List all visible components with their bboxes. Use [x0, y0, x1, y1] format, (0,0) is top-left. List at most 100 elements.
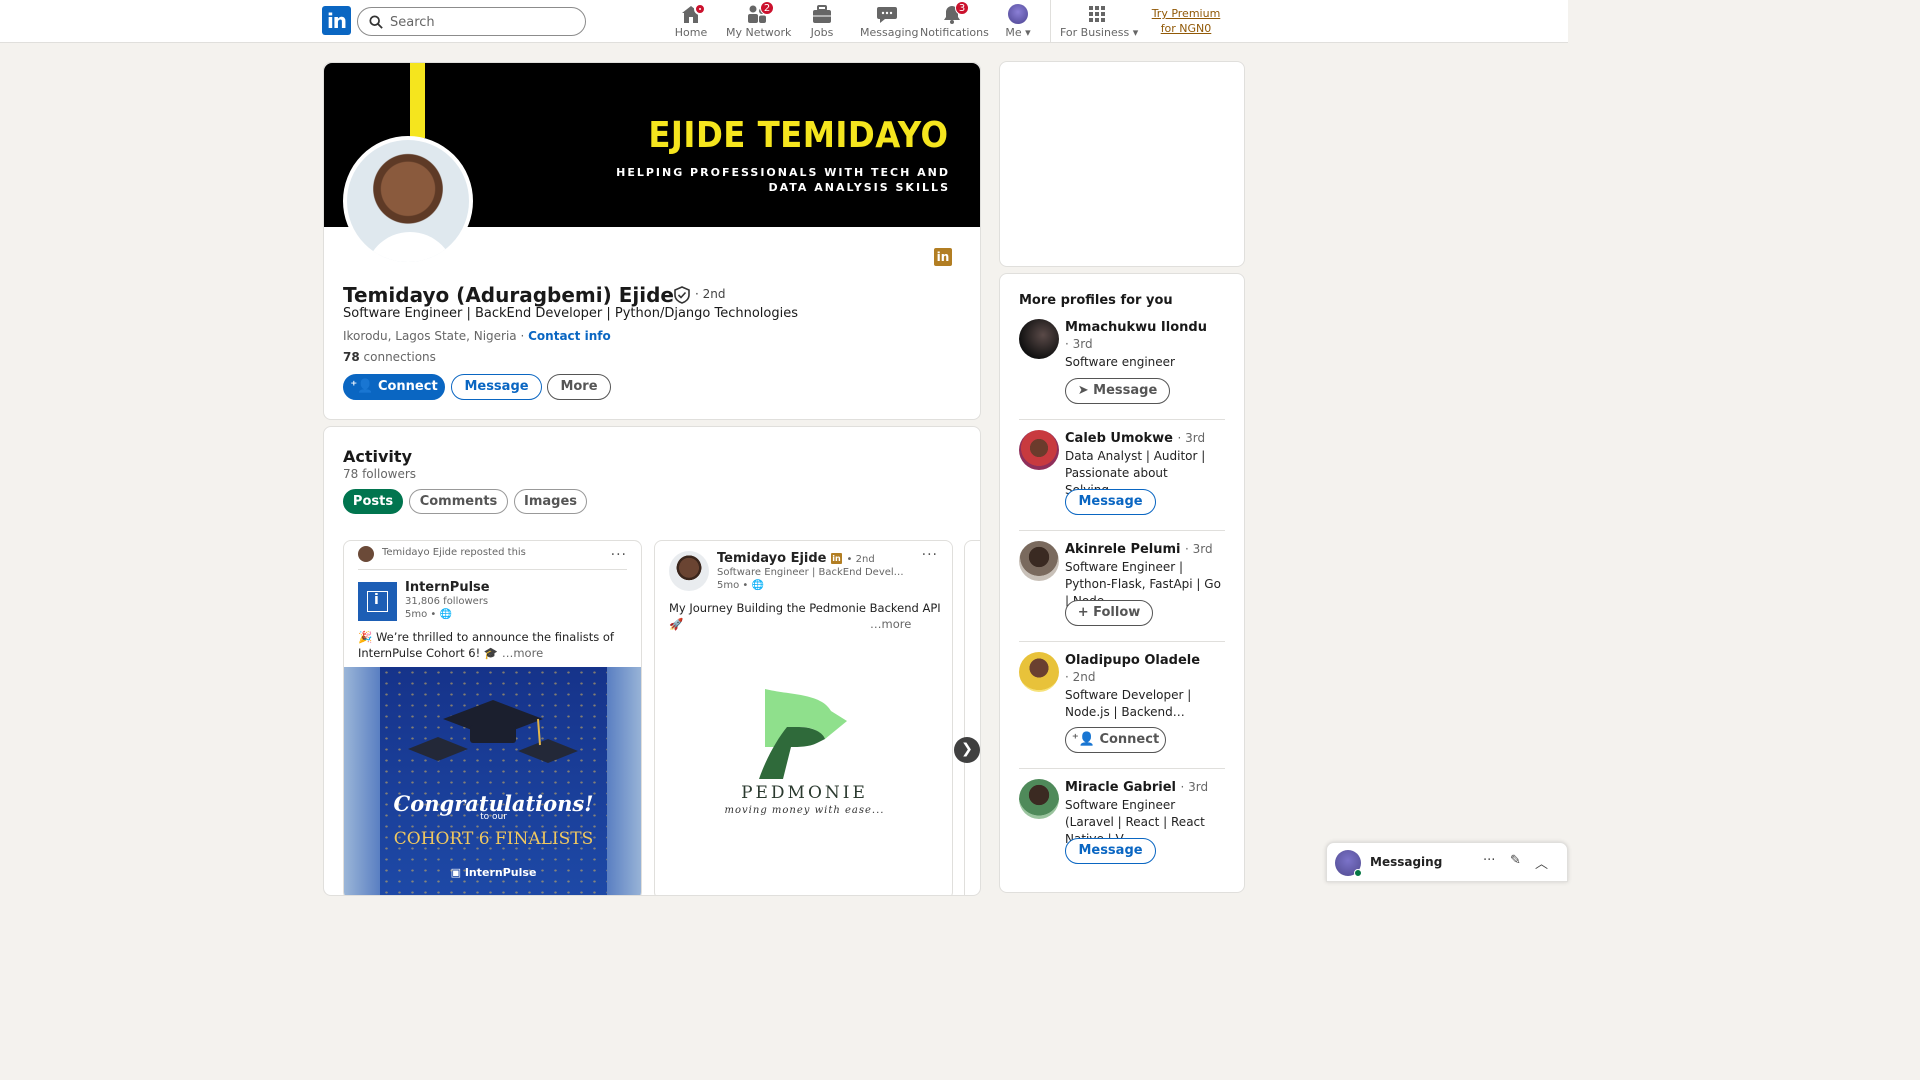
profile-suggestion[interactable]: Mmachukwu Ilondu · 3rd Software engineer … — [1019, 319, 1225, 405]
nav-me[interactable]: Me ▾ — [1002, 4, 1034, 40]
profile-suggestion[interactable]: Oladipupo Oladele · 2nd Software Develope… — [1019, 652, 1225, 753]
connect-button-label: Connect — [1099, 732, 1160, 747]
profile-suggestion[interactable]: Caleb Umokwe · 3rd Data Analyst | Audito… — [1019, 430, 1225, 516]
avatar[interactable] — [1019, 319, 1059, 359]
follow-button[interactable]: + Follow — [1065, 600, 1153, 626]
post-card-pedmonie[interactable]: ··· Temidayo Ejide in • 2nd Software Eng… — [654, 540, 953, 895]
profile-photo[interactable] — [343, 136, 473, 266]
tab-images[interactable]: Images — [514, 489, 587, 514]
post-card-internpulse[interactable]: Temidayo Ejide reposted this ··· InternP… — [343, 540, 642, 895]
me-avatar — [1007, 4, 1029, 24]
post-author[interactable]: Temidayo Ejide — [717, 551, 826, 566]
activity-followers: 78 followers — [343, 467, 417, 481]
post-author-headline: Software Engineer | BackEnd Devel… — [717, 567, 904, 578]
post-time-row: 5mo • 🌐 — [405, 609, 452, 620]
divider — [1019, 419, 1225, 420]
see-more-link[interactable]: …more — [502, 646, 543, 660]
connect-button[interactable]: ⁺👤 Connect — [343, 374, 445, 400]
post-image[interactable]: Congratulations! to our COHORT 6 FINALIS… — [344, 667, 641, 895]
grid-icon — [1086, 4, 1108, 24]
suggestion-name[interactable]: Mmachukwu Ilondu — [1065, 320, 1207, 335]
more-options-icon[interactable]: ··· — [1483, 853, 1495, 868]
linkedin-logo-icon[interactable]: in — [322, 6, 351, 35]
more-profiles-title: More profiles for you — [1019, 293, 1173, 308]
avatar[interactable] — [1019, 541, 1059, 581]
profile-suggestion[interactable]: Miracle Gabriel · 3rd Software Engineer … — [1019, 779, 1225, 865]
nav-for-business[interactable]: For Business ▾ — [1060, 4, 1138, 40]
banner-name: EJIDE TEMIDAYO — [647, 115, 948, 156]
avatar[interactable] — [1019, 430, 1059, 470]
message-button[interactable]: ➤ Message — [1065, 378, 1170, 404]
activity-title: Activity — [343, 447, 412, 466]
nav-my-network-label: My Network — [726, 26, 792, 39]
send-icon: ➤ — [1077, 383, 1089, 398]
nav-messaging[interactable]: Messaging — [860, 4, 919, 40]
more-button[interactable]: More — [547, 374, 611, 400]
messaging-label: Messaging — [1370, 855, 1443, 869]
bell-icon: 3 — [941, 1, 969, 24]
verified-shield-icon[interactable] — [673, 286, 691, 304]
divider — [1019, 768, 1225, 769]
activity-card: Activity 78 followers Posts Comments Ima… — [323, 426, 981, 896]
post-menu-icon[interactable]: ··· — [922, 547, 938, 563]
messaging-overlay[interactable]: Messaging ··· ✎ ︿ — [1326, 842, 1568, 882]
divider — [1019, 530, 1225, 531]
cohort-text: COHORT 6 FINALISTS — [393, 829, 594, 849]
post-time-row: 5mo • 🌐 — [717, 580, 764, 591]
tab-posts[interactable]: Posts — [343, 489, 403, 514]
suggestion-name[interactable]: Caleb Umokwe — [1065, 431, 1173, 446]
chevron-down-icon: ▾ — [1025, 26, 1031, 39]
nav-notifications-label: Notifications — [920, 26, 989, 39]
nav-jobs-label: Jobs — [810, 26, 834, 39]
suggestion-name[interactable]: Akinrele Pelumi — [1065, 542, 1181, 557]
connect-button[interactable]: ⁺👤 Connect — [1065, 727, 1166, 753]
profile-suggestion[interactable]: Akinrele Pelumi · 3rd Software Engineer … — [1019, 541, 1225, 627]
profile-headline: Software Engineer | BackEnd Developer | … — [343, 306, 798, 321]
internpulse-logo[interactable] — [358, 582, 397, 621]
post-menu-icon[interactable]: ··· — [611, 547, 627, 563]
nav-notifications[interactable]: 3 Notifications — [920, 1, 989, 40]
repost-divider — [358, 569, 627, 570]
top-nav: in Home 2 My Network Jobs Messaging 3 — [0, 0, 1568, 43]
chevron-up-icon[interactable]: ︿ — [1535, 853, 1548, 872]
pedmonie-tagline: moving money with ease... — [724, 805, 885, 816]
post-image[interactable]: PEDMONIE moving money with ease... — [655, 671, 952, 895]
message-button[interactable]: Message — [451, 374, 542, 400]
avatar[interactable] — [1019, 652, 1059, 692]
nav-messaging-label: Messaging — [860, 26, 919, 39]
home-notification-dot — [694, 3, 706, 15]
avatar[interactable] — [1019, 779, 1059, 819]
suggestion-name-row: Akinrele Pelumi · 3rd — [1065, 541, 1225, 558]
connection-degree: · 2nd — [695, 287, 726, 301]
carousel-next-icon[interactable]: ❯ — [954, 737, 980, 763]
briefcase-icon — [811, 4, 833, 24]
more-profiles-card: More profiles for you Mmachukwu Ilondu · … — [999, 273, 1245, 893]
follow-button-label: Follow — [1093, 605, 1141, 620]
contact-info-link[interactable]: Contact info — [528, 329, 611, 343]
message-button[interactable]: Message — [1065, 838, 1156, 864]
nav-jobs[interactable]: Jobs — [806, 4, 838, 40]
tab-comments[interactable]: Comments — [409, 489, 508, 514]
suggestion-name-row: Mmachukwu Ilondu · 3rd — [1065, 319, 1225, 353]
suggestion-degree: · 3rd — [1177, 431, 1206, 445]
suggestion-name[interactable]: Miracle Gabriel — [1065, 780, 1176, 795]
nav-my-network[interactable]: 2 My Network — [726, 1, 792, 40]
suggestion-degree: · 3rd — [1180, 780, 1209, 794]
suggestion-name[interactable]: Oladipupo Oladele — [1065, 653, 1200, 668]
nav-me-label: Me — [1005, 26, 1022, 39]
compose-icon[interactable]: ✎ — [1510, 853, 1521, 868]
search-input[interactable] — [390, 12, 575, 32]
plus-icon: + — [1077, 605, 1089, 620]
message-button[interactable]: Message — [1065, 489, 1156, 515]
post-author[interactable]: InternPulse — [405, 580, 490, 595]
suggestion-name-row: Miracle Gabriel · 3rd — [1065, 779, 1225, 796]
post-author-avatar[interactable] — [669, 551, 709, 591]
see-more-link[interactable]: …more — [870, 616, 911, 632]
post-time: 5mo • — [717, 580, 749, 591]
try-premium-link[interactable]: Try Premium for NGN0 — [1143, 6, 1229, 36]
profile-location-row: Ikorodu, Lagos State, Nigeria · Contact … — [343, 329, 611, 343]
add-person-icon: ⁺👤 — [350, 379, 374, 394]
search-box[interactable] — [357, 7, 586, 36]
home-icon — [680, 3, 706, 24]
nav-home[interactable]: Home — [673, 3, 709, 40]
